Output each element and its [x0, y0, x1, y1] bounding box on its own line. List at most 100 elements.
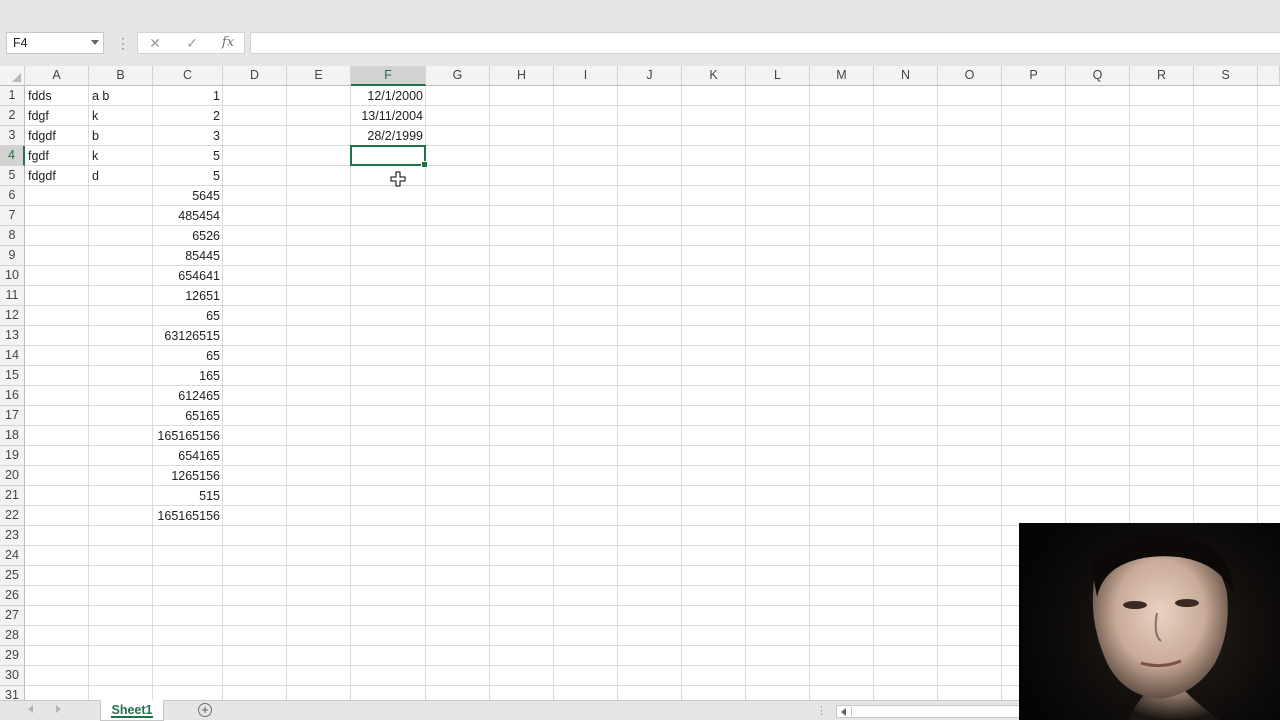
- cell-f2[interactable]: 13/11/2004: [351, 106, 426, 126]
- column-header-o[interactable]: O: [938, 66, 1002, 86]
- row-header-14[interactable]: 14: [0, 346, 25, 366]
- cell-c9[interactable]: 85445: [153, 246, 223, 266]
- enter-icon[interactable]: ✓: [179, 34, 205, 52]
- row-header-3[interactable]: 3: [0, 126, 25, 146]
- cell-c17[interactable]: 65165: [153, 406, 223, 426]
- cell-a4[interactable]: fgdf: [25, 146, 89, 166]
- name-box[interactable]: F4: [6, 32, 104, 54]
- column-header-k[interactable]: K: [682, 66, 746, 86]
- cell-a3[interactable]: fdgdf: [25, 126, 89, 146]
- add-sheet-icon[interactable]: +: [198, 703, 212, 717]
- row-header-10[interactable]: 10: [0, 266, 25, 286]
- scroll-sheets-left-icon[interactable]: [28, 705, 33, 713]
- sheet-tab-sheet1[interactable]: Sheet1: [100, 700, 164, 721]
- cell-c22[interactable]: 165165156: [153, 506, 223, 526]
- row-header-16[interactable]: 16: [0, 386, 25, 406]
- row-header-18[interactable]: 18: [0, 426, 25, 446]
- column-header-d[interactable]: D: [223, 66, 287, 86]
- column-header-f[interactable]: F: [351, 66, 426, 86]
- column-header-a[interactable]: A: [25, 66, 89, 86]
- cell-c2[interactable]: 2: [153, 106, 223, 126]
- column-header-m[interactable]: M: [810, 66, 874, 86]
- select-all-button[interactable]: [0, 66, 25, 86]
- cell-c19[interactable]: 654165: [153, 446, 223, 466]
- column-header-p[interactable]: P: [1002, 66, 1066, 86]
- selected-cell[interactable]: [350, 145, 428, 168]
- scroll-sheets-right-icon[interactable]: [56, 705, 61, 713]
- row-header-21[interactable]: 21: [0, 486, 25, 506]
- row-header-12[interactable]: 12: [0, 306, 25, 326]
- cancel-icon[interactable]: ✕: [142, 34, 168, 52]
- scrollbar-thumb[interactable]: [851, 707, 1032, 716]
- cell-b5[interactable]: d: [89, 166, 153, 186]
- cell-c12[interactable]: 65: [153, 306, 223, 326]
- row-header-29[interactable]: 29: [0, 646, 25, 666]
- column-header-n[interactable]: N: [874, 66, 938, 86]
- row-header-19[interactable]: 19: [0, 446, 25, 466]
- cell-b3[interactable]: b: [89, 126, 153, 146]
- horizontal-scrollbar[interactable]: [836, 705, 1036, 718]
- cell-c11[interactable]: 12651: [153, 286, 223, 306]
- column-header-c[interactable]: C: [153, 66, 223, 86]
- cell-a5[interactable]: fdgdf: [25, 166, 89, 186]
- tab-splitter-icon[interactable]: ⋮: [816, 704, 827, 717]
- cell-c6[interactable]: 5645: [153, 186, 223, 206]
- insert-function-icon[interactable]: fx: [215, 34, 241, 52]
- formula-input[interactable]: [250, 32, 1280, 54]
- row-header-24[interactable]: 24: [0, 546, 25, 566]
- column-header-r[interactable]: R: [1130, 66, 1194, 86]
- row-header-31[interactable]: 31: [0, 686, 25, 700]
- row-header-30[interactable]: 30: [0, 666, 25, 686]
- row-header-11[interactable]: 11: [0, 286, 25, 306]
- cell-c16[interactable]: 612465: [153, 386, 223, 406]
- cell-c13[interactable]: 63126515: [153, 326, 223, 346]
- column-header-e[interactable]: E: [287, 66, 351, 86]
- cell-c21[interactable]: 515: [153, 486, 223, 506]
- cell-b1[interactable]: a b: [89, 86, 153, 106]
- cell-c8[interactable]: 6526: [153, 226, 223, 246]
- row-header-22[interactable]: 22: [0, 506, 25, 526]
- row-header-26[interactable]: 26: [0, 586, 25, 606]
- row-header-7[interactable]: 7: [0, 206, 25, 226]
- cell-c1[interactable]: 1: [153, 86, 223, 106]
- row-header-13[interactable]: 13: [0, 326, 25, 346]
- cell-c10[interactable]: 654641: [153, 266, 223, 286]
- cell-f3[interactable]: 28/2/1999: [351, 126, 426, 146]
- cell-a2[interactable]: fdgf: [25, 106, 89, 126]
- cell-b2[interactable]: k: [89, 106, 153, 126]
- row-header-1[interactable]: 1: [0, 86, 25, 106]
- row-header-28[interactable]: 28: [0, 626, 25, 646]
- cell-c15[interactable]: 165: [153, 366, 223, 386]
- cell-f1[interactable]: 12/1/2000: [351, 86, 426, 106]
- chevron-down-icon[interactable]: [91, 40, 99, 45]
- column-header-b[interactable]: B: [89, 66, 153, 86]
- cell-c3[interactable]: 3: [153, 126, 223, 146]
- row-header-2[interactable]: 2: [0, 106, 25, 126]
- row-header-25[interactable]: 25: [0, 566, 25, 586]
- row-header-27[interactable]: 27: [0, 606, 25, 626]
- column-header-g[interactable]: G: [426, 66, 490, 86]
- row-header-23[interactable]: 23: [0, 526, 25, 546]
- row-header-9[interactable]: 9: [0, 246, 25, 266]
- row-header-6[interactable]: 6: [0, 186, 25, 206]
- row-header-15[interactable]: 15: [0, 366, 25, 386]
- row-header-5[interactable]: 5: [0, 166, 25, 186]
- cell-c14[interactable]: 65: [153, 346, 223, 366]
- cell-c5[interactable]: 5: [153, 166, 223, 186]
- scroll-left-icon[interactable]: [841, 708, 846, 716]
- row-header-17[interactable]: 17: [0, 406, 25, 426]
- cell-c20[interactable]: 1265156: [153, 466, 223, 486]
- column-header-i[interactable]: I: [554, 66, 618, 86]
- row-header-8[interactable]: 8: [0, 226, 25, 246]
- cell-c7[interactable]: 485454: [153, 206, 223, 226]
- cell-a1[interactable]: fdds: [25, 86, 89, 106]
- column-header-j[interactable]: J: [618, 66, 682, 86]
- cell-c4[interactable]: 5: [153, 146, 223, 166]
- cell-b4[interactable]: k: [89, 146, 153, 166]
- cell-c18[interactable]: 165165156: [153, 426, 223, 446]
- column-header-s[interactable]: S: [1194, 66, 1258, 86]
- row-header-20[interactable]: 20: [0, 466, 25, 486]
- column-header-h[interactable]: H: [490, 66, 554, 86]
- row-header-4[interactable]: 4: [0, 146, 25, 166]
- column-header-q[interactable]: Q: [1066, 66, 1130, 86]
